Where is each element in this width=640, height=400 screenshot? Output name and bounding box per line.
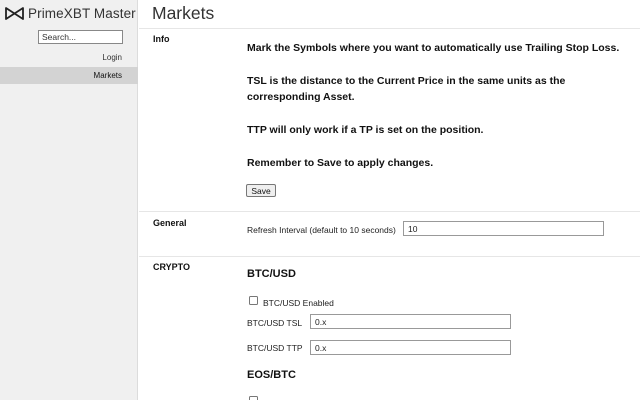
save-button[interactable]: Save: [246, 184, 276, 197]
btc-usd-enabled-label: BTC/USD Enabled: [263, 298, 334, 308]
crypto-section-label: CRYPTO: [153, 262, 191, 272]
btc-usd-ttp-label: BTC/USD TTP: [247, 343, 303, 353]
eos-btc-enabled-checkbox[interactable]: [249, 396, 258, 400]
bowtie-logo-icon: [5, 6, 24, 20]
info-line-2: TSL is the distance to the Current Price…: [247, 75, 566, 103]
asset-title: BTC/USD: [247, 268, 296, 280]
search-input[interactable]: [38, 30, 123, 44]
refresh-interval-label: Refresh Interval (default to 10 seconds): [247, 225, 396, 235]
sidebar-item-markets[interactable]: Markets: [0, 67, 138, 84]
btc-usd-tsl-label: BTC/USD TSL: [247, 318, 303, 328]
general-divider: [139, 256, 640, 257]
app-title: PrimeXBT Master: [28, 5, 136, 21]
info-line-3: TTP will only work if a TP is set on the…: [247, 124, 484, 136]
page-title: Markets: [152, 3, 215, 23]
general-section-label: General: [153, 218, 187, 228]
brand[interactable]: PrimeXBT Master: [5, 5, 136, 21]
asset-title: EOS/BTC: [247, 369, 296, 381]
info-line-4: Remember to Save to apply changes.: [247, 157, 434, 169]
sidebar: PrimeXBT Master Login Markets: [0, 0, 138, 400]
btc-usd-enabled-checkbox[interactable]: [249, 296, 258, 305]
btc-usd-ttp-input[interactable]: [310, 340, 511, 355]
sidebar-item-login[interactable]: Login: [0, 49, 138, 66]
info-line-1: Mark the Symbols where you want to autom…: [247, 42, 620, 54]
btc-usd-tsl-input[interactable]: [310, 314, 511, 329]
refresh-interval-input[interactable]: [403, 221, 604, 236]
info-divider: [139, 211, 640, 212]
info-section-label: Info: [153, 34, 170, 44]
header-divider: [139, 28, 640, 29]
